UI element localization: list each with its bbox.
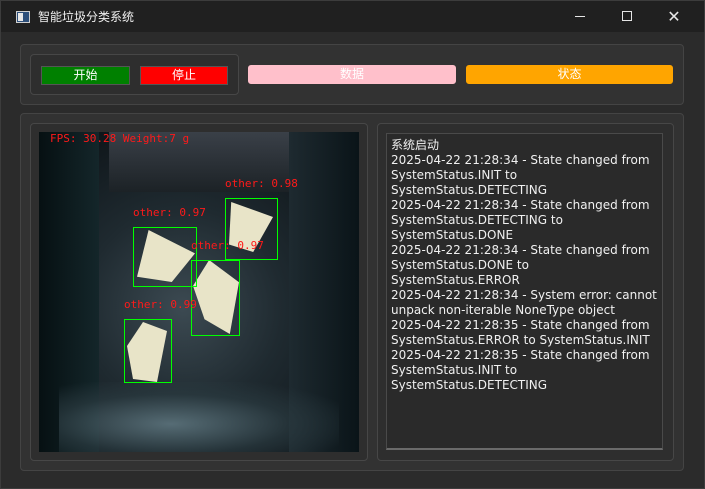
log-line: 2025-04-22 21:28:35 - State changed from… xyxy=(391,318,650,347)
main-window: 智能垃圾分类系统 ✕ 开始 停止 数据 状态 other: 0.98 other… xyxy=(0,0,705,489)
detection-box xyxy=(133,227,197,287)
log-line: 2025-04-22 21:28:34 - State changed from… xyxy=(391,243,650,287)
stop-button[interactable]: 停止 xyxy=(140,66,228,85)
log-line: 2025-04-22 21:28:34 - State changed from… xyxy=(391,198,650,242)
title-bar[interactable]: 智能垃圾分类系统 ✕ xyxy=(1,1,704,32)
log-line: 2025-04-22 21:28:35 - State changed from… xyxy=(391,348,650,392)
close-button[interactable]: ✕ xyxy=(651,1,697,32)
log-line: 系统启动 xyxy=(391,138,440,152)
detection-label: other: 0.97 xyxy=(133,206,206,219)
camera-feed: other: 0.98 other: 0.97 other: 0.97 othe… xyxy=(39,132,359,452)
detection-box xyxy=(124,319,172,383)
maximize-button[interactable] xyxy=(604,1,650,32)
log-line: 2025-04-22 21:28:34 - System error: cann… xyxy=(391,288,657,317)
detection-box xyxy=(191,260,240,336)
status-button[interactable]: 状态 xyxy=(466,65,673,84)
log-textarea[interactable]: 系统启动 2025-04-22 21:28:34 - State changed… xyxy=(386,133,663,450)
detection-label: other: 0.97 xyxy=(191,239,264,252)
log-line: 2025-04-22 21:28:34 - State changed from… xyxy=(391,153,650,197)
detection-label: other: 0.99 xyxy=(124,298,197,311)
minimize-icon xyxy=(575,15,585,17)
window-title: 智能垃圾分类系统 xyxy=(38,10,135,24)
detection-label: other: 0.98 xyxy=(225,177,298,190)
fps-weight-overlay: FPS: 30.28 Weight:7 g xyxy=(50,132,190,145)
minimize-button[interactable] xyxy=(557,1,603,32)
app-icon xyxy=(16,11,30,23)
maximize-icon xyxy=(622,11,632,21)
data-button[interactable]: 数据 xyxy=(248,65,456,84)
close-icon: ✕ xyxy=(667,7,681,26)
start-button[interactable]: 开始 xyxy=(41,66,130,85)
